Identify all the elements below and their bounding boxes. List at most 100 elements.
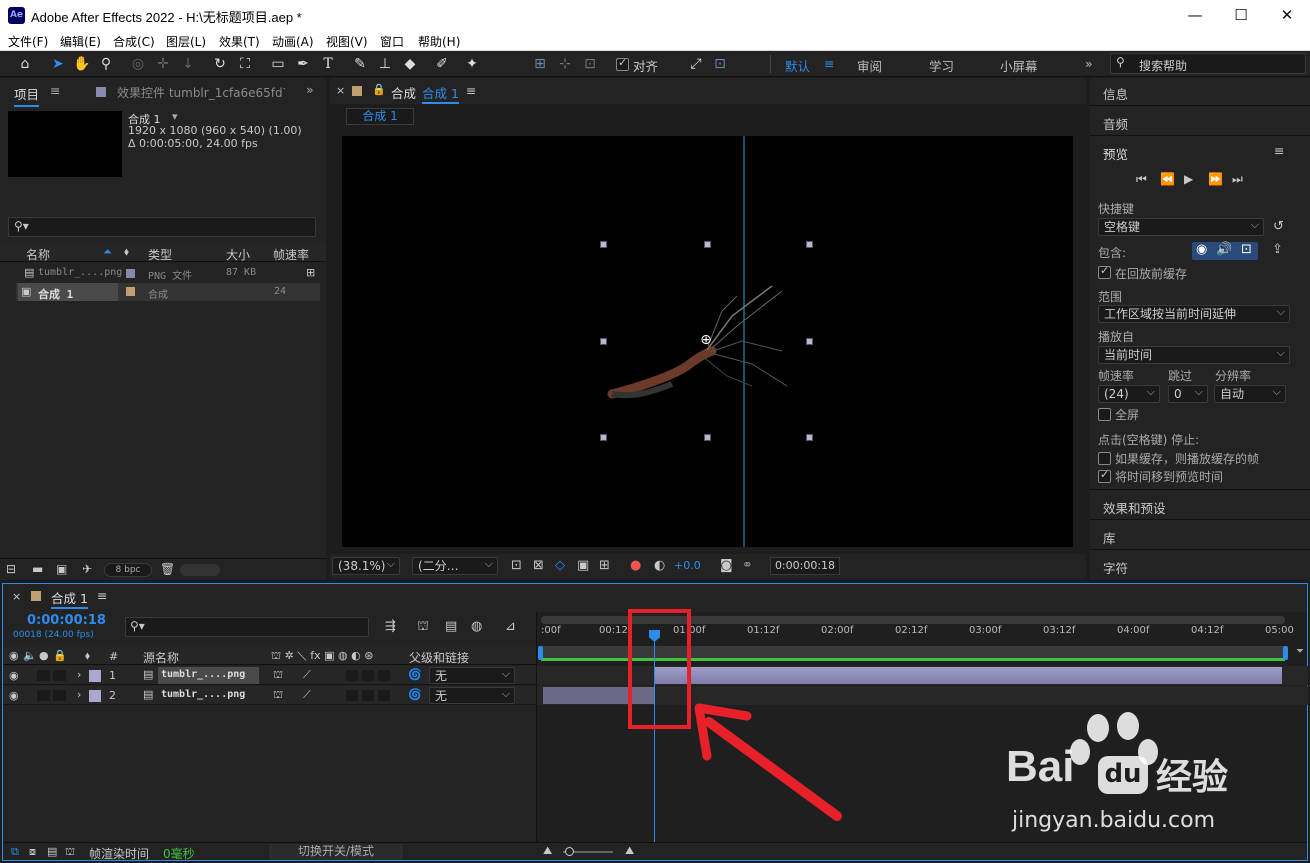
- label-column-icon[interactable]: ⬧: [124, 245, 129, 259]
- new-comp-icon[interactable]: ▣: [56, 562, 67, 576]
- new-folder-icon[interactable]: ▬: [32, 562, 43, 576]
- comp-tab-label[interactable]: 合成: [391, 83, 416, 102]
- workspace-review[interactable]: 审阅: [857, 56, 882, 75]
- info-tab[interactable]: 信息: [1103, 84, 1128, 103]
- snap-options-icon[interactable]: ⤢: [686, 54, 706, 74]
- puppet-pin-icon[interactable]: ✦: [462, 54, 482, 74]
- view-axis-icon[interactable]: ⊡: [580, 54, 600, 74]
- comp-name-dropdown-icon[interactable]: ▾: [172, 110, 178, 123]
- resolution-dropdown-right[interactable]: 自动: [1214, 385, 1286, 403]
- transfer-controls-icon[interactable]: ⧇: [29, 845, 36, 859]
- switch-shy-icon[interactable]: ⛫ ✲ ⟍ fx ▣ ◍ ◐ ⊛: [271, 649, 373, 664]
- character-tab[interactable]: 字符: [1103, 558, 1128, 577]
- transform-handle[interactable]: [704, 241, 711, 248]
- menu-animation[interactable]: 动画(A): [272, 33, 314, 50]
- menu-file[interactable]: 文件(F): [8, 33, 48, 50]
- shy-layers-icon[interactable]: ⛫: [417, 619, 429, 636]
- include-audio-icon[interactable]: 🔊: [1216, 242, 1232, 257]
- resolution-dropdown[interactable]: (二分…: [412, 557, 498, 575]
- workspace-small-screen[interactable]: 小屏幕: [1000, 56, 1038, 75]
- layer-row[interactable]: ◉ › 1 ▤ tumblr_....png ⛫ ⟋ 🌀 无: [3, 666, 536, 685]
- include-video-icon[interactable]: ◉: [1196, 242, 1207, 257]
- trash-icon[interactable]: 🗑: [160, 562, 175, 576]
- col-name[interactable]: 名称: [26, 246, 50, 263]
- layer-parent-dropdown[interactable]: 无: [429, 687, 515, 704]
- transform-handle[interactable]: [600, 241, 607, 248]
- transform-handle[interactable]: [704, 434, 711, 441]
- menu-edit[interactable]: 编辑(E): [60, 33, 101, 50]
- comp-menu-icon[interactable]: ≡: [466, 83, 476, 98]
- play-icon[interactable]: ▶: [1184, 172, 1193, 186]
- col-source-name[interactable]: 源名称: [143, 649, 179, 666]
- fps-dropdown[interactable]: (24): [1098, 385, 1160, 403]
- close-tab-icon[interactable]: ×: [336, 84, 345, 97]
- world-axis-icon[interactable]: ⊹: [555, 54, 575, 74]
- effects-presets-panel[interactable]: 效果和预设: [1090, 492, 1310, 520]
- mask-path-icon[interactable]: ◇: [555, 558, 565, 573]
- grid-guides-icon[interactable]: ⊞: [599, 558, 610, 573]
- panel-overflow-icon[interactable]: »: [306, 82, 314, 97]
- workspace-default[interactable]: 默认: [785, 56, 810, 75]
- last-frame-icon[interactable]: ⏭: [1232, 172, 1243, 187]
- type-tool-icon[interactable]: T: [318, 54, 338, 74]
- timeline-timecode[interactable]: 0:00:00:18: [27, 613, 106, 628]
- expand-layer-icon[interactable]: ›: [77, 668, 81, 681]
- fast-preview-icon[interactable]: ⊡: [511, 558, 522, 573]
- range-dropdown[interactable]: 工作区域按当前时间延伸: [1098, 305, 1290, 323]
- graph-editor-icon[interactable]: ⊿: [505, 619, 516, 634]
- dolly-camera-icon[interactable]: ↓: [178, 54, 198, 74]
- col-parent-link[interactable]: 父级和链接: [409, 649, 469, 666]
- layer-switches-icon[interactable]: ⧉: [11, 845, 19, 859]
- transform-handle[interactable]: [600, 434, 607, 441]
- include-overlay-icon[interactable]: ⊡: [1241, 242, 1252, 257]
- timeline-menu-icon[interactable]: ≡: [97, 588, 107, 603]
- brush-tool-icon[interactable]: ✎: [350, 54, 370, 74]
- roto-brush-icon[interactable]: ✐: [432, 54, 452, 74]
- comp-breadcrumb[interactable]: 合成 1: [346, 108, 414, 125]
- minimize-button[interactable]: —: [1172, 0, 1218, 31]
- solo-switch-icon[interactable]: ●: [39, 649, 49, 662]
- project-item-comp[interactable]: ▣ 合成 1 合成 24: [16, 283, 320, 301]
- in-out-icon[interactable]: ▤: [47, 845, 57, 858]
- comp-mini-flowchart-icon[interactable]: ⇶: [385, 619, 396, 634]
- preview-tab[interactable]: 预览: [1103, 144, 1128, 163]
- pick-whip-icon[interactable]: 🌀: [408, 668, 422, 681]
- menu-view[interactable]: 视图(V): [326, 33, 368, 50]
- maximize-button[interactable]: ☐: [1218, 0, 1264, 31]
- flowchart-icon[interactable]: ⊞: [306, 266, 315, 279]
- workspace-learn[interactable]: 学习: [929, 56, 954, 75]
- clone-stamp-icon[interactable]: ⊥: [375, 54, 395, 74]
- transform-handle[interactable]: [806, 434, 813, 441]
- search-help-input[interactable]: 搜索帮助: [1139, 57, 1187, 74]
- snap-checkbox[interactable]: [616, 56, 629, 71]
- project-item-png[interactable]: ▤ tumblr_....png PNG 文件 87 KB ⊞: [16, 264, 320, 283]
- menu-effect[interactable]: 效果(T): [219, 33, 260, 50]
- selection-tool-icon[interactable]: ➤: [48, 54, 68, 74]
- work-area-end[interactable]: [1283, 646, 1288, 660]
- menu-layer[interactable]: 图层(L): [166, 33, 206, 50]
- local-axis-icon[interactable]: ⊞: [530, 54, 550, 74]
- work-area-start[interactable]: [538, 646, 543, 660]
- frame-blending-icon[interactable]: ▤: [445, 619, 457, 634]
- col-type[interactable]: 类型: [148, 246, 172, 263]
- eraser-tool-icon[interactable]: ◆: [400, 54, 420, 74]
- layer-name[interactable]: tumblr_....png: [161, 669, 245, 680]
- timeline-tab[interactable]: 合成 1: [51, 588, 88, 609]
- shortcut-dropdown[interactable]: 空格键: [1098, 218, 1264, 236]
- region-of-interest-icon[interactable]: ▣: [577, 558, 589, 573]
- tab-project[interactable]: 项目: [14, 84, 40, 107]
- project-search-input[interactable]: ⚲▾: [8, 217, 316, 237]
- end-marker-icon[interactable]: ⏷: [1296, 646, 1304, 660]
- rotate-tool-icon[interactable]: ↻: [210, 54, 230, 74]
- transform-handle[interactable]: [806, 338, 813, 345]
- zoom-slider-knob[interactable]: [565, 847, 574, 856]
- move-time-checkbox[interactable]: [1098, 468, 1111, 483]
- thumbnail-slider[interactable]: [180, 564, 220, 576]
- layer-row[interactable]: ◉ › 2 ▤ tumblr_....png ⛫ ⟋ 🌀 无: [3, 686, 536, 705]
- zoom-in-icon[interactable]: ⛰: [625, 844, 634, 858]
- layer-parent-dropdown[interactable]: 无: [429, 667, 515, 684]
- layer-label-swatch[interactable]: [89, 690, 101, 702]
- interpret-footage-icon[interactable]: ⊟: [6, 562, 16, 576]
- pick-whip-icon[interactable]: 🌀: [408, 688, 422, 701]
- next-frame-icon[interactable]: ⏩: [1208, 172, 1223, 186]
